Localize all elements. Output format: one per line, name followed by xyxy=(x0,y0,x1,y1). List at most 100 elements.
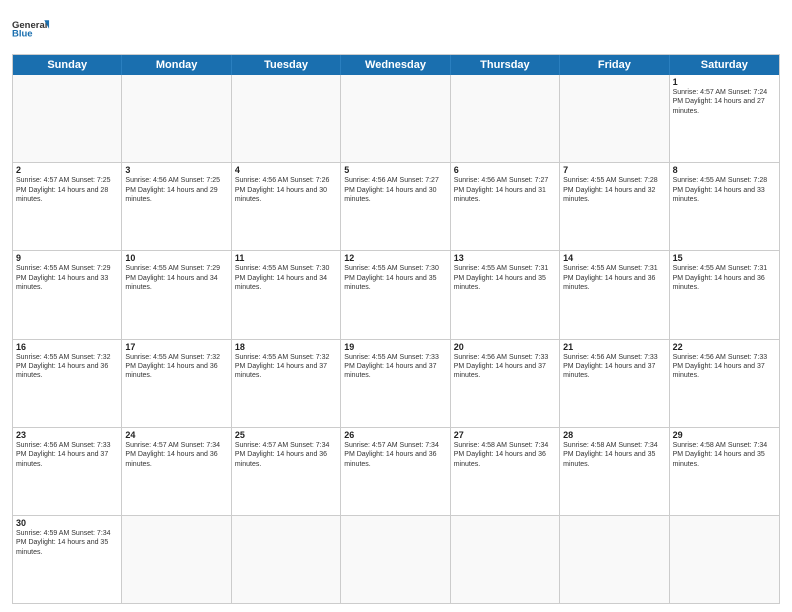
calendar-cell: 6Sunrise: 4:56 AM Sunset: 7:27 PM Daylig… xyxy=(451,163,560,250)
calendar-cell: 14Sunrise: 4:55 AM Sunset: 7:31 PM Dayli… xyxy=(560,251,669,338)
weekday-header: Thursday xyxy=(451,55,560,75)
calendar-cell xyxy=(451,516,560,603)
calendar-cell: 22Sunrise: 4:56 AM Sunset: 7:33 PM Dayli… xyxy=(670,340,779,427)
calendar-cell: 16Sunrise: 4:55 AM Sunset: 7:32 PM Dayli… xyxy=(13,340,122,427)
day-info: Sunrise: 4:57 AM Sunset: 7:34 PM Dayligh… xyxy=(125,441,227,469)
day-info: Sunrise: 4:55 AM Sunset: 7:31 PM Dayligh… xyxy=(454,264,556,292)
calendar-cell: 15Sunrise: 4:55 AM Sunset: 7:31 PM Dayli… xyxy=(670,251,779,338)
calendar-cell xyxy=(451,75,560,162)
calendar-cell xyxy=(560,516,669,603)
day-info: Sunrise: 4:56 AM Sunset: 7:27 PM Dayligh… xyxy=(344,176,446,204)
day-info: Sunrise: 4:56 AM Sunset: 7:33 PM Dayligh… xyxy=(454,353,556,381)
day-info: Sunrise: 4:57 AM Sunset: 7:34 PM Dayligh… xyxy=(235,441,337,469)
calendar-row: 16Sunrise: 4:55 AM Sunset: 7:32 PM Dayli… xyxy=(13,340,779,428)
day-number: 17 xyxy=(125,342,227,352)
day-number: 20 xyxy=(454,342,556,352)
calendar-cell: 4Sunrise: 4:56 AM Sunset: 7:26 PM Daylig… xyxy=(232,163,341,250)
day-number: 4 xyxy=(235,165,337,175)
calendar-cell xyxy=(13,75,122,162)
day-number: 19 xyxy=(344,342,446,352)
day-number: 8 xyxy=(673,165,776,175)
day-info: Sunrise: 4:58 AM Sunset: 7:34 PM Dayligh… xyxy=(673,441,776,469)
calendar-cell: 2Sunrise: 4:57 AM Sunset: 7:25 PM Daylig… xyxy=(13,163,122,250)
calendar-cell: 10Sunrise: 4:55 AM Sunset: 7:29 PM Dayli… xyxy=(122,251,231,338)
calendar-cell: 18Sunrise: 4:55 AM Sunset: 7:32 PM Dayli… xyxy=(232,340,341,427)
day-number: 11 xyxy=(235,253,337,263)
calendar-cell xyxy=(232,75,341,162)
day-number: 29 xyxy=(673,430,776,440)
day-info: Sunrise: 4:55 AM Sunset: 7:28 PM Dayligh… xyxy=(563,176,665,204)
day-info: Sunrise: 4:57 AM Sunset: 7:24 PM Dayligh… xyxy=(673,88,776,116)
day-number: 21 xyxy=(563,342,665,352)
calendar-cell: 25Sunrise: 4:57 AM Sunset: 7:34 PM Dayli… xyxy=(232,428,341,515)
day-info: Sunrise: 4:55 AM Sunset: 7:30 PM Dayligh… xyxy=(235,264,337,292)
calendar-cell: 17Sunrise: 4:55 AM Sunset: 7:32 PM Dayli… xyxy=(122,340,231,427)
page-header: General Blue xyxy=(12,10,780,48)
day-info: Sunrise: 4:56 AM Sunset: 7:27 PM Dayligh… xyxy=(454,176,556,204)
calendar-cell: 30Sunrise: 4:59 AM Sunset: 7:34 PM Dayli… xyxy=(13,516,122,603)
day-number: 25 xyxy=(235,430,337,440)
day-number: 28 xyxy=(563,430,665,440)
calendar-row: 30Sunrise: 4:59 AM Sunset: 7:34 PM Dayli… xyxy=(13,516,779,603)
day-info: Sunrise: 4:55 AM Sunset: 7:32 PM Dayligh… xyxy=(16,353,118,381)
day-number: 15 xyxy=(673,253,776,263)
day-info: Sunrise: 4:56 AM Sunset: 7:26 PM Dayligh… xyxy=(235,176,337,204)
day-info: Sunrise: 4:55 AM Sunset: 7:32 PM Dayligh… xyxy=(125,353,227,381)
weekday-header: Friday xyxy=(560,55,669,75)
calendar-row: 23Sunrise: 4:56 AM Sunset: 7:33 PM Dayli… xyxy=(13,428,779,516)
calendar-cell: 23Sunrise: 4:56 AM Sunset: 7:33 PM Dayli… xyxy=(13,428,122,515)
calendar-cell: 11Sunrise: 4:55 AM Sunset: 7:30 PM Dayli… xyxy=(232,251,341,338)
weekday-header: Wednesday xyxy=(341,55,450,75)
day-number: 7 xyxy=(563,165,665,175)
calendar-cell: 24Sunrise: 4:57 AM Sunset: 7:34 PM Dayli… xyxy=(122,428,231,515)
day-number: 10 xyxy=(125,253,227,263)
day-number: 1 xyxy=(673,77,776,87)
day-info: Sunrise: 4:57 AM Sunset: 7:25 PM Dayligh… xyxy=(16,176,118,204)
svg-text:Blue: Blue xyxy=(12,28,33,39)
day-info: Sunrise: 4:55 AM Sunset: 7:29 PM Dayligh… xyxy=(125,264,227,292)
calendar: SundayMondayTuesdayWednesdayThursdayFrid… xyxy=(12,54,780,604)
calendar-cell: 1Sunrise: 4:57 AM Sunset: 7:24 PM Daylig… xyxy=(670,75,779,162)
day-info: Sunrise: 4:56 AM Sunset: 7:33 PM Dayligh… xyxy=(673,353,776,381)
day-number: 26 xyxy=(344,430,446,440)
calendar-cell: 9Sunrise: 4:55 AM Sunset: 7:29 PM Daylig… xyxy=(13,251,122,338)
calendar-cell xyxy=(560,75,669,162)
calendar-row: 9Sunrise: 4:55 AM Sunset: 7:29 PM Daylig… xyxy=(13,251,779,339)
calendar-row: 2Sunrise: 4:57 AM Sunset: 7:25 PM Daylig… xyxy=(13,163,779,251)
day-info: Sunrise: 4:56 AM Sunset: 7:33 PM Dayligh… xyxy=(16,441,118,469)
logo-svg: General Blue xyxy=(12,10,50,48)
day-number: 14 xyxy=(563,253,665,263)
calendar-cell xyxy=(670,516,779,603)
day-info: Sunrise: 4:56 AM Sunset: 7:33 PM Dayligh… xyxy=(563,353,665,381)
calendar-row: 1Sunrise: 4:57 AM Sunset: 7:24 PM Daylig… xyxy=(13,75,779,163)
calendar-cell: 13Sunrise: 4:55 AM Sunset: 7:31 PM Dayli… xyxy=(451,251,560,338)
calendar-cell: 8Sunrise: 4:55 AM Sunset: 7:28 PM Daylig… xyxy=(670,163,779,250)
day-info: Sunrise: 4:55 AM Sunset: 7:33 PM Dayligh… xyxy=(344,353,446,381)
day-number: 2 xyxy=(16,165,118,175)
calendar-cell: 7Sunrise: 4:55 AM Sunset: 7:28 PM Daylig… xyxy=(560,163,669,250)
weekday-header: Saturday xyxy=(670,55,779,75)
day-info: Sunrise: 4:55 AM Sunset: 7:29 PM Dayligh… xyxy=(16,264,118,292)
day-number: 23 xyxy=(16,430,118,440)
day-info: Sunrise: 4:56 AM Sunset: 7:25 PM Dayligh… xyxy=(125,176,227,204)
logo: General Blue xyxy=(12,10,50,48)
calendar-cell: 29Sunrise: 4:58 AM Sunset: 7:34 PM Dayli… xyxy=(670,428,779,515)
day-info: Sunrise: 4:55 AM Sunset: 7:28 PM Dayligh… xyxy=(673,176,776,204)
day-info: Sunrise: 4:58 AM Sunset: 7:34 PM Dayligh… xyxy=(454,441,556,469)
day-info: Sunrise: 4:55 AM Sunset: 7:31 PM Dayligh… xyxy=(673,264,776,292)
calendar-header: SundayMondayTuesdayWednesdayThursdayFrid… xyxy=(13,55,779,75)
day-number: 13 xyxy=(454,253,556,263)
day-number: 16 xyxy=(16,342,118,352)
day-number: 5 xyxy=(344,165,446,175)
weekday-header: Monday xyxy=(122,55,231,75)
calendar-cell: 26Sunrise: 4:57 AM Sunset: 7:34 PM Dayli… xyxy=(341,428,450,515)
day-number: 22 xyxy=(673,342,776,352)
weekday-header: Sunday xyxy=(13,55,122,75)
day-number: 9 xyxy=(16,253,118,263)
day-number: 12 xyxy=(344,253,446,263)
calendar-cell xyxy=(341,516,450,603)
day-number: 30 xyxy=(16,518,118,528)
day-number: 6 xyxy=(454,165,556,175)
calendar-cell: 27Sunrise: 4:58 AM Sunset: 7:34 PM Dayli… xyxy=(451,428,560,515)
calendar-cell: 28Sunrise: 4:58 AM Sunset: 7:34 PM Dayli… xyxy=(560,428,669,515)
